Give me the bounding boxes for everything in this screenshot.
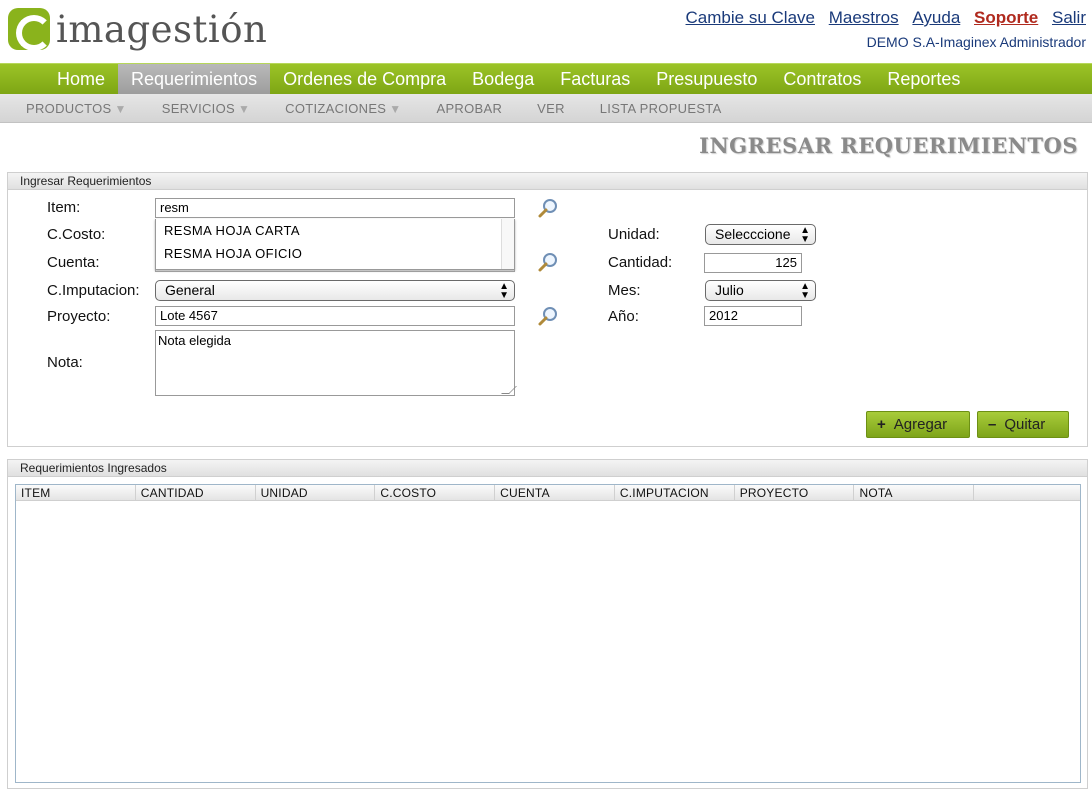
cimputacion-label: C.Imputacion: — [47, 282, 140, 299]
grid-panel-title: Requerimientos Ingresados — [8, 460, 1087, 477]
autocomplete-scrollbar[interactable] — [501, 219, 514, 269]
nav-home[interactable]: Home — [44, 64, 118, 94]
nav-facturas[interactable]: Facturas — [547, 64, 643, 94]
nav-contratos[interactable]: Contratos — [770, 64, 874, 94]
column-header-nota[interactable]: NOTA — [854, 485, 975, 500]
nav-requerimientos[interactable]: Requerimientos — [118, 64, 271, 94]
cuenta-search-icon[interactable] — [537, 251, 559, 273]
autocomplete-option[interactable]: RESMA HOJA CARTA — [156, 219, 514, 242]
item-search-icon[interactable] — [537, 197, 559, 219]
soporte-link[interactable]: Soporte — [974, 8, 1038, 27]
subnav-cotizaciones[interactable]: COTIZACIONES ▼ — [285, 101, 401, 116]
subnav-lista-propuesta[interactable]: LISTA PROPUESTA — [600, 101, 722, 116]
select-arrows-icon: ▲ ▼ — [499, 281, 509, 301]
column-header-cantidad[interactable]: CANTIDAD — [136, 485, 256, 500]
select-arrows-icon: ▲ ▼ — [800, 281, 810, 301]
dropdown-arrow-icon: ▼ — [389, 101, 402, 116]
page-title: INGRESAR REQUERIMIENTOS — [699, 133, 1078, 158]
mes-select[interactable]: Julio ▲ ▼ — [705, 280, 816, 301]
ayuda-link[interactable]: Ayuda — [912, 8, 960, 27]
logo-mark-icon — [8, 8, 52, 51]
nota-textarea[interactable]: Nota elegida — [155, 330, 517, 396]
main-nav: Home Requerimientos Ordenes de Compra Bo… — [0, 63, 1092, 94]
salir-link[interactable]: Salir — [1052, 8, 1086, 27]
agregar-button[interactable]: + Agregar — [866, 411, 970, 438]
item-label: Item: — [47, 199, 81, 216]
unidad-label: Unidad: — [608, 226, 660, 243]
resize-grip-icon[interactable] — [501, 386, 517, 394]
logo-text: imagestión — [56, 7, 268, 51]
grid-panel: Requerimientos Ingresados ITEM CANTIDAD … — [7, 459, 1088, 789]
nota-label: Nota: — [47, 354, 83, 371]
subnav-servicios[interactable]: SERVICIOS ▼ — [162, 101, 250, 116]
column-header-cuenta[interactable]: CUENTA — [495, 485, 615, 500]
select-arrows-icon: ▲ ▼ — [800, 225, 810, 245]
proyecto-search-icon[interactable] — [537, 305, 559, 327]
column-header-cimputacion[interactable]: C.IMPUTACION — [615, 485, 735, 500]
logo[interactable]: imagestión — [8, 7, 268, 51]
proyecto-input[interactable]: Lote 4567 — [155, 306, 515, 326]
sub-nav: PRODUCTOS ▼ SERVICIOS ▼ COTIZACIONES ▼ APRO… — [0, 94, 1092, 123]
nav-presupuesto[interactable]: Presupuesto — [643, 64, 770, 94]
anio-input[interactable]: 2012 — [704, 306, 802, 326]
requirements-table: ITEM CANTIDAD UNIDAD C.COSTO CUENTA C.IM… — [15, 484, 1081, 783]
form-panel-title: Ingresar Requerimientos — [8, 173, 1087, 190]
cuenta-label: Cuenta: — [47, 254, 100, 271]
column-header-filler — [974, 485, 1080, 500]
user-info: DEMO S.A-Imaginex Administrador — [866, 34, 1086, 50]
dropdown-arrow-icon: ▼ — [114, 101, 127, 116]
plus-icon: + — [877, 416, 886, 433]
column-header-item[interactable]: ITEM — [16, 485, 136, 500]
minus-icon: – — [988, 416, 997, 433]
subnav-productos[interactable]: PRODUCTOS ▼ — [26, 101, 127, 116]
nav-reportes[interactable]: Reportes — [874, 64, 973, 94]
table-header: ITEM CANTIDAD UNIDAD C.COSTO CUENTA C.IM… — [16, 485, 1080, 501]
cimputacion-select[interactable]: General ▲ ▼ — [155, 280, 515, 301]
ccosto-label: C.Costo: — [47, 226, 106, 243]
subnav-aprobar[interactable]: APROBAR — [436, 101, 502, 116]
cantidad-label: Cantidad: — [608, 254, 673, 271]
column-header-proyecto[interactable]: PROYECTO — [735, 485, 855, 500]
mes-label: Mes: — [608, 282, 641, 299]
item-autocomplete: RESMA HOJA CARTA RESMA HOJA OFICIO — [155, 219, 515, 270]
autocomplete-option[interactable]: RESMA HOJA OFICIO — [156, 242, 514, 265]
maestros-link[interactable]: Maestros — [829, 8, 899, 27]
column-header-unidad[interactable]: UNIDAD — [256, 485, 376, 500]
quitar-button[interactable]: – Quitar — [977, 411, 1069, 438]
unidad-select[interactable]: Selecccione ▲ ▼ — [705, 224, 816, 245]
subnav-ver[interactable]: VER — [537, 101, 565, 116]
dropdown-arrow-icon: ▼ — [237, 101, 251, 116]
cantidad-input[interactable]: 125 — [704, 253, 802, 273]
item-input[interactable]: resm — [155, 198, 515, 218]
nav-ordenes-de-compra[interactable]: Ordenes de Compra — [270, 64, 459, 94]
anio-label: Año: — [608, 308, 639, 325]
nav-bodega[interactable]: Bodega — [459, 64, 547, 94]
top-links: Cambie su Clave Maestros Ayuda Soporte S… — [677, 8, 1086, 28]
column-header-ccosto[interactable]: C.COSTO — [375, 485, 496, 500]
proyecto-label: Proyecto: — [47, 308, 111, 325]
change-password-link[interactable]: Cambie su Clave — [686, 8, 815, 27]
